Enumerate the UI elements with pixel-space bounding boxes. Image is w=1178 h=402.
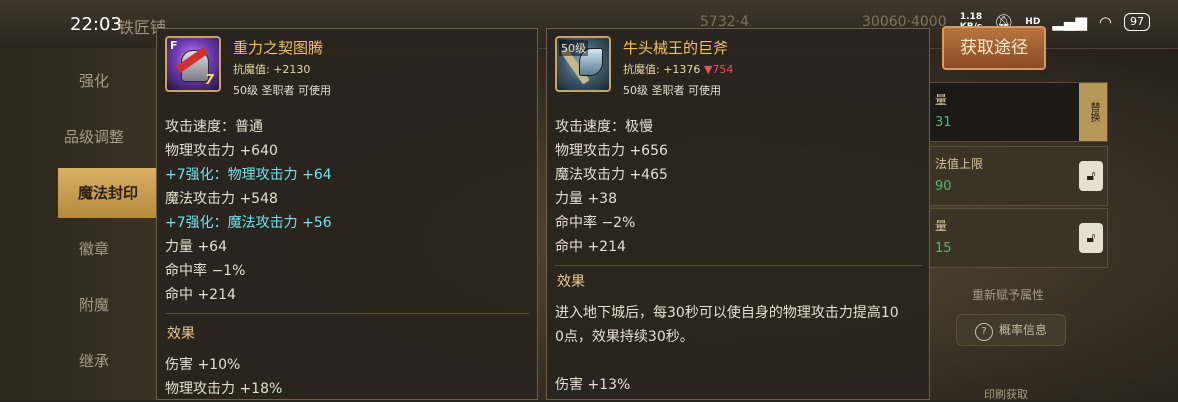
attribute-label: 量 [935,219,948,233]
sidebar: 强化 品级调整 魔法封印 徽章 附魔 继承 [0,48,158,400]
divider [555,265,923,266]
item-icon: 50级 [555,36,611,92]
stat-list: 攻击速度：极慢 物理攻击力 +656 魔法攻击力 +465 力量 +38 命中率… [555,115,668,259]
effect-line: 伤害 +10% [165,357,241,373]
sidebar-item-magic-seal[interactable]: 魔法封印 [58,168,158,218]
stat-line: 魔法攻击力 +548 [165,191,278,207]
attribute-value: 15 [935,241,952,256]
stat-line: 命中 +214 [555,239,626,255]
item-tooltip-right: 50级 牛头械王的巨斧 抗魔值: +1376 ▼754 50级 圣职者 可使用 … [546,28,930,400]
speed-value: 1.18 [959,12,983,22]
stat-line: 魔法攻击力 +465 [555,167,668,183]
lock-icon[interactable]: 🔓︎ [1079,223,1103,253]
attribute-slot-2[interactable]: 法值上限 90 🔓︎ [928,146,1108,206]
stat-line: 命中率 −1% [165,263,246,279]
clock: 22:03 [70,14,122,35]
attribute-value: 31 [935,115,952,130]
attribute-slot-1[interactable]: 量 31 替换 [928,82,1108,142]
item-power: 抗魔值: +1376 ▼754 [623,61,733,77]
item-power: 抗魔值: +2130 [233,61,310,77]
effect-title: 效果 [557,274,585,290]
enhance-stat-line: +7强化：物理攻击力 +64 [165,167,332,183]
enhance-level-tag: 7 [204,73,214,88]
lock-icon[interactable]: 🔓︎ [1079,161,1103,191]
attribute-label: 量 [935,93,948,107]
probability-label: 概率信息 [998,323,1047,337]
effect-line: 物理攻击力 +18% [165,381,283,397]
power-label: 抗魔值: [233,63,270,76]
attribute-value: 90 [935,179,952,194]
stat-line: 攻击速度：普通 [165,119,263,135]
attribute-label: 法值上限 [935,157,984,171]
stat-line: 攻击速度：极慢 [555,119,653,135]
item-tooltip-left: F 7 重力之契图腾 抗魔值: +2130 50级 圣职者 可使用 攻击速度：普… [156,28,538,400]
item-level-tag: 50级 [559,40,588,56]
replace-button[interactable]: 替换 [1079,83,1107,141]
sidebar-item-emblem[interactable]: 徽章 [0,224,158,274]
level-requirement: 50级 圣职者 可使用 [233,84,331,97]
effect-line: 伤害 +13% [555,377,631,393]
stat-line: 命中率 −2% [555,215,636,231]
stat-line: 力量 +38 [555,191,617,207]
wifi-icon: ◠ [1098,13,1112,31]
stat-list: 攻击速度：普通 物理攻击力 +640 +7强化：物理攻击力 +64 魔法攻击力 … [165,115,332,307]
sidebar-item-grade[interactable]: 品级调整 [0,112,158,162]
power-value: +2130 [273,63,311,76]
signal-icon: ▂▄▆ [1052,13,1087,31]
effect-desc-line: 进入地下城后，每30秒可以使自身的物理攻击力提高10 [555,305,899,321]
effect-title: 效果 [167,326,195,342]
sidebar-item-enchant[interactable]: 附魔 [0,280,158,330]
effect-list: 伤害 +13% [555,373,923,397]
reroll-label: 重新赋予属性 [972,288,1045,302]
item-name: 重力之契图腾 [233,39,324,57]
probability-button[interactable]: ? 概率信息 [956,314,1066,346]
level-requirement: 50级 圣职者 可使用 [623,84,721,97]
battery-icon: 97 [1124,13,1150,31]
power-value: +1376 [663,63,701,76]
power-diff: ▼754 [703,63,734,76]
stat-line: 力量 +64 [165,239,227,255]
item-icon: F 7 [165,36,221,92]
sidebar-item-enhance[interactable]: 强化 [0,56,158,106]
effect-desc-line: 0点，效果持续30秒。 [555,329,694,345]
item-grade-tag: F [170,39,178,52]
stat-line: 命中 +214 [165,287,236,303]
effect-description: 进入地下城后，每30秒可以使自身的物理攻击力提高10 0点，效果持续30秒。 [555,301,923,349]
stat-line: 物理攻击力 +656 [555,143,668,159]
enhance-stat-line: +7强化：魔法攻击力 +56 [165,215,332,231]
attribute-slot-3[interactable]: 量 15 🔓︎ [928,208,1108,268]
question-icon: ? [974,323,993,341]
stat-line: 物理攻击力 +640 [165,143,278,159]
sidebar-item-inherit[interactable]: 继承 [0,336,158,386]
obtain-route-button[interactable]: 获取途径 [942,26,1046,70]
power-label: 抗魔值: [623,63,660,76]
item-name: 牛头械王的巨斧 [623,39,729,57]
seal-attribute-panel: 量 31 替换 法值上限 90 🔓︎ 量 15 🔓︎ 重新赋予属性 ? 概率信息 … [928,78,1108,401]
divider [165,313,529,314]
effect-list: 伤害 +10% 物理攻击力 +18% [165,353,533,401]
